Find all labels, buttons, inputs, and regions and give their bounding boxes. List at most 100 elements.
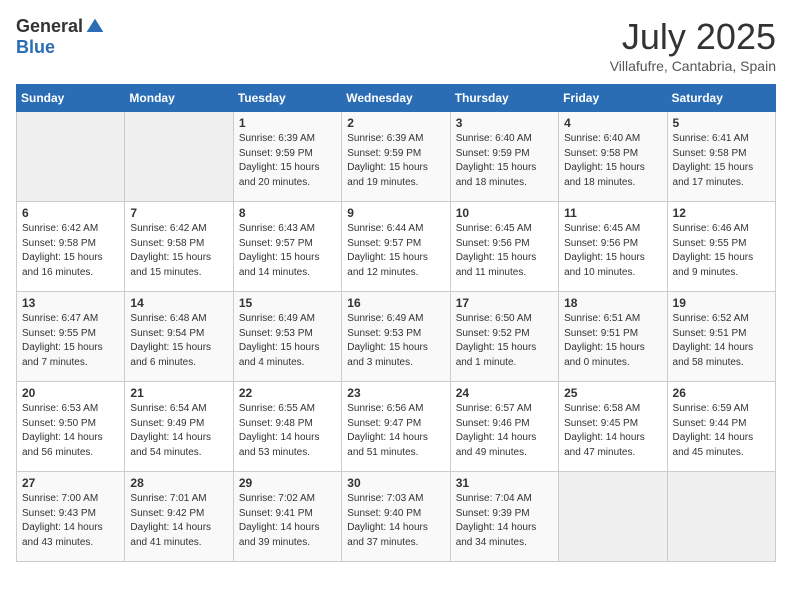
day-number: 3 (456, 116, 553, 130)
day-number: 27 (22, 476, 119, 490)
day-number: 28 (130, 476, 227, 490)
calendar-cell: 19 Sunrise: 6:52 AMSunset: 9:51 PMDaylig… (667, 292, 775, 382)
calendar-week-row: 13 Sunrise: 6:47 AMSunset: 9:55 PMDaylig… (17, 292, 776, 382)
calendar-cell: 31 Sunrise: 7:04 AMSunset: 9:39 PMDaylig… (450, 472, 558, 562)
day-detail: Sunrise: 6:49 AMSunset: 9:53 PMDaylight:… (239, 312, 336, 370)
day-number: 1 (239, 116, 336, 130)
day-detail: Sunrise: 6:47 AMSunset: 9:55 PMDaylight:… (22, 312, 119, 370)
day-number: 29 (239, 476, 336, 490)
day-detail: Sunrise: 6:44 AMSunset: 9:57 PMDaylight:… (347, 222, 444, 280)
page-header: General Blue July 2025 Villafufre, Canta… (16, 16, 776, 74)
calendar-cell: 10 Sunrise: 6:45 AMSunset: 9:56 PMDaylig… (450, 202, 558, 292)
day-number: 30 (347, 476, 444, 490)
day-number: 8 (239, 206, 336, 220)
day-detail: Sunrise: 6:39 AMSunset: 9:59 PMDaylight:… (347, 132, 444, 190)
day-detail: Sunrise: 6:50 AMSunset: 9:52 PMDaylight:… (456, 312, 553, 370)
day-detail: Sunrise: 6:48 AMSunset: 9:54 PMDaylight:… (130, 312, 227, 370)
day-detail: Sunrise: 6:45 AMSunset: 9:56 PMDaylight:… (564, 222, 661, 280)
day-detail: Sunrise: 6:57 AMSunset: 9:46 PMDaylight:… (456, 402, 553, 460)
day-number: 19 (673, 296, 770, 310)
day-number: 16 (347, 296, 444, 310)
logo-icon (85, 17, 105, 37)
calendar-cell: 3 Sunrise: 6:40 AMSunset: 9:59 PMDayligh… (450, 112, 558, 202)
day-detail: Sunrise: 6:41 AMSunset: 9:58 PMDaylight:… (673, 132, 770, 190)
day-detail: Sunrise: 6:40 AMSunset: 9:59 PMDaylight:… (456, 132, 553, 190)
day-detail: Sunrise: 6:51 AMSunset: 9:51 PMDaylight:… (564, 312, 661, 370)
calendar-cell: 26 Sunrise: 6:59 AMSunset: 9:44 PMDaylig… (667, 382, 775, 472)
day-detail: Sunrise: 6:52 AMSunset: 9:51 PMDaylight:… (673, 312, 770, 370)
day-number: 13 (22, 296, 119, 310)
column-header-friday: Friday (559, 85, 667, 112)
day-number: 15 (239, 296, 336, 310)
calendar-cell: 24 Sunrise: 6:57 AMSunset: 9:46 PMDaylig… (450, 382, 558, 472)
calendar-cell: 13 Sunrise: 6:47 AMSunset: 9:55 PMDaylig… (17, 292, 125, 382)
day-number: 6 (22, 206, 119, 220)
day-number: 21 (130, 386, 227, 400)
calendar-week-row: 6 Sunrise: 6:42 AMSunset: 9:58 PMDayligh… (17, 202, 776, 292)
day-detail: Sunrise: 7:01 AMSunset: 9:42 PMDaylight:… (130, 492, 227, 550)
day-number: 23 (347, 386, 444, 400)
day-number: 7 (130, 206, 227, 220)
day-detail: Sunrise: 7:00 AMSunset: 9:43 PMDaylight:… (22, 492, 119, 550)
calendar-cell: 18 Sunrise: 6:51 AMSunset: 9:51 PMDaylig… (559, 292, 667, 382)
day-detail: Sunrise: 6:46 AMSunset: 9:55 PMDaylight:… (673, 222, 770, 280)
day-number: 14 (130, 296, 227, 310)
day-number: 26 (673, 386, 770, 400)
day-number: 9 (347, 206, 444, 220)
day-number: 12 (673, 206, 770, 220)
column-header-monday: Monday (125, 85, 233, 112)
day-detail: Sunrise: 6:42 AMSunset: 9:58 PMDaylight:… (130, 222, 227, 280)
day-detail: Sunrise: 6:55 AMSunset: 9:48 PMDaylight:… (239, 402, 336, 460)
day-number: 10 (456, 206, 553, 220)
column-header-thursday: Thursday (450, 85, 558, 112)
calendar-cell: 22 Sunrise: 6:55 AMSunset: 9:48 PMDaylig… (233, 382, 341, 472)
day-number: 25 (564, 386, 661, 400)
calendar-week-row: 27 Sunrise: 7:00 AMSunset: 9:43 PMDaylig… (17, 472, 776, 562)
calendar-cell: 7 Sunrise: 6:42 AMSunset: 9:58 PMDayligh… (125, 202, 233, 292)
calendar-cell: 30 Sunrise: 7:03 AMSunset: 9:40 PMDaylig… (342, 472, 450, 562)
day-detail: Sunrise: 6:59 AMSunset: 9:44 PMDaylight:… (673, 402, 770, 460)
day-number: 22 (239, 386, 336, 400)
calendar-cell: 14 Sunrise: 6:48 AMSunset: 9:54 PMDaylig… (125, 292, 233, 382)
day-number: 5 (673, 116, 770, 130)
logo-general-text: General (16, 16, 83, 37)
calendar-cell: 27 Sunrise: 7:00 AMSunset: 9:43 PMDaylig… (17, 472, 125, 562)
calendar-cell: 25 Sunrise: 6:58 AMSunset: 9:45 PMDaylig… (559, 382, 667, 472)
calendar-cell: 17 Sunrise: 6:50 AMSunset: 9:52 PMDaylig… (450, 292, 558, 382)
day-detail: Sunrise: 7:02 AMSunset: 9:41 PMDaylight:… (239, 492, 336, 550)
column-header-tuesday: Tuesday (233, 85, 341, 112)
day-number: 31 (456, 476, 553, 490)
logo-blue-text: Blue (16, 37, 55, 57)
calendar-cell: 1 Sunrise: 6:39 AMSunset: 9:59 PMDayligh… (233, 112, 341, 202)
day-number: 11 (564, 206, 661, 220)
day-number: 17 (456, 296, 553, 310)
calendar-week-row: 1 Sunrise: 6:39 AMSunset: 9:59 PMDayligh… (17, 112, 776, 202)
calendar-cell: 8 Sunrise: 6:43 AMSunset: 9:57 PMDayligh… (233, 202, 341, 292)
day-detail: Sunrise: 6:58 AMSunset: 9:45 PMDaylight:… (564, 402, 661, 460)
day-detail: Sunrise: 6:49 AMSunset: 9:53 PMDaylight:… (347, 312, 444, 370)
logo: General Blue (16, 16, 105, 58)
calendar-cell: 2 Sunrise: 6:39 AMSunset: 9:59 PMDayligh… (342, 112, 450, 202)
day-detail: Sunrise: 6:53 AMSunset: 9:50 PMDaylight:… (22, 402, 119, 460)
location-subtitle: Villafufre, Cantabria, Spain (610, 58, 776, 74)
day-detail: Sunrise: 6:40 AMSunset: 9:58 PMDaylight:… (564, 132, 661, 190)
day-number: 2 (347, 116, 444, 130)
calendar-cell: 28 Sunrise: 7:01 AMSunset: 9:42 PMDaylig… (125, 472, 233, 562)
column-header-saturday: Saturday (667, 85, 775, 112)
calendar-cell: 12 Sunrise: 6:46 AMSunset: 9:55 PMDaylig… (667, 202, 775, 292)
calendar-cell: 21 Sunrise: 6:54 AMSunset: 9:49 PMDaylig… (125, 382, 233, 472)
day-detail: Sunrise: 6:56 AMSunset: 9:47 PMDaylight:… (347, 402, 444, 460)
column-header-sunday: Sunday (17, 85, 125, 112)
calendar-cell (667, 472, 775, 562)
title-block: July 2025 Villafufre, Cantabria, Spain (610, 16, 776, 74)
calendar-cell: 11 Sunrise: 6:45 AMSunset: 9:56 PMDaylig… (559, 202, 667, 292)
day-number: 20 (22, 386, 119, 400)
day-detail: Sunrise: 6:39 AMSunset: 9:59 PMDaylight:… (239, 132, 336, 190)
day-number: 4 (564, 116, 661, 130)
calendar-cell (125, 112, 233, 202)
calendar-cell: 29 Sunrise: 7:02 AMSunset: 9:41 PMDaylig… (233, 472, 341, 562)
calendar-cell: 6 Sunrise: 6:42 AMSunset: 9:58 PMDayligh… (17, 202, 125, 292)
column-header-wednesday: Wednesday (342, 85, 450, 112)
day-detail: Sunrise: 7:03 AMSunset: 9:40 PMDaylight:… (347, 492, 444, 550)
day-number: 24 (456, 386, 553, 400)
